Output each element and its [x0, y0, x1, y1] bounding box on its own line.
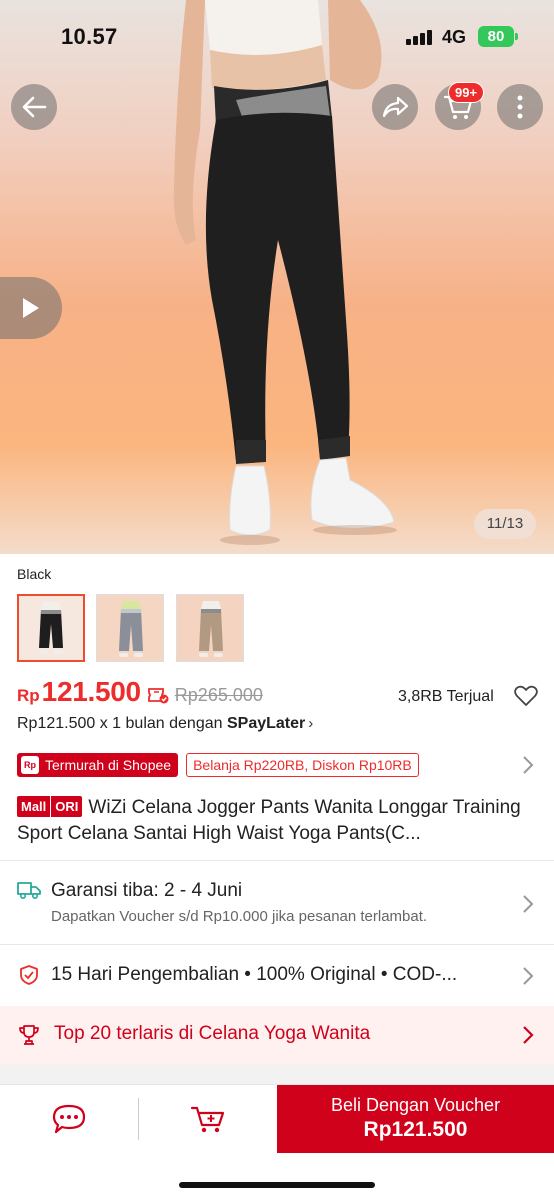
battery-icon: 80 — [478, 26, 518, 47]
selected-variant-label: Black — [17, 566, 52, 582]
back-button[interactable] — [11, 84, 57, 130]
discount-voucher-badge: Belanja Rp220RB, Diskon Rp10RB — [186, 753, 419, 777]
status-bar: 10.57 4G 80 — [0, 0, 554, 70]
service-guarantee-row[interactable]: 15 Hari Pengembalian • 100% Original • C… — [0, 946, 554, 1004]
share-icon — [382, 96, 409, 118]
cart-count-badge: 99+ — [448, 82, 485, 103]
truck-icon — [17, 882, 41, 900]
installment-info[interactable]: Rp121.500 x 1 bulan dengan SPayLater › — [17, 715, 313, 733]
chevron-right-icon — [523, 895, 534, 913]
variant-image — [97, 595, 163, 661]
chat-button[interactable] — [0, 1085, 138, 1153]
ranking-text: Top 20 terlaris di Celana Yoga Wanita — [54, 1023, 371, 1044]
late-delivery-voucher: Dapatkan Voucher s/d Rp10.000 jika pesan… — [51, 908, 428, 925]
buy-button-label: Beli Dengan Voucher — [330, 1095, 501, 1115]
chevron-right-icon — [523, 756, 534, 774]
divider — [0, 944, 554, 945]
service-guarantee-text: 15 Hari Pengembalian • 100% Original • C… — [51, 964, 458, 985]
network-type: 4G — [442, 27, 467, 47]
product-title: Mall ORI WiZi Celana Jogger Pants Wanita … — [17, 795, 537, 847]
variant-thumb-khaki[interactable] — [176, 594, 244, 662]
spaylater-label: SPayLater — [226, 715, 306, 732]
shipping-guarantee-row[interactable]: Garansi tiba: 2 - 4 Juni Dapatkan Vouche… — [0, 862, 554, 944]
more-icon — [517, 95, 523, 119]
image-page-indicator: 11/13 — [474, 509, 536, 539]
buy-with-voucher-button[interactable]: Beli Dengan Voucher Rp121.500 — [277, 1085, 554, 1153]
voucher-icon — [147, 688, 169, 704]
heart-icon[interactable] — [514, 685, 538, 707]
trophy-icon — [19, 1025, 39, 1045]
play-icon — [23, 298, 39, 318]
section-gap — [0, 1064, 554, 1084]
status-time: 10.57 — [61, 24, 118, 49]
promo-row[interactable]: Rp Termurah di Shopee Belanja Rp220RB, D… — [17, 753, 419, 777]
price-tag-icon: Rp — [21, 756, 39, 774]
divider — [0, 860, 554, 861]
cheapest-badge: Rp Termurah di Shopee — [17, 753, 179, 777]
installment-text: Rp121.500 x 1 bulan dengan — [17, 715, 223, 732]
variant-image — [177, 595, 243, 661]
variant-image — [19, 596, 83, 660]
more-options-button[interactable] — [497, 84, 543, 130]
add-cart-icon — [190, 1106, 225, 1133]
variant-thumb-black[interactable] — [17, 594, 85, 662]
ranking-row[interactable]: Top 20 terlaris di Celana Yoga Wanita — [0, 1006, 554, 1064]
product-title-text: WiZi Celana Jogger Pants Wanita Longgar … — [17, 797, 521, 844]
product-image-gallery[interactable]: 10.57 4G 80 99+ 11/13 — [0, 0, 554, 554]
chevron-right-icon — [523, 1026, 534, 1044]
original-price: Rp265.000 — [174, 685, 263, 705]
bottom-action-bar: Beli Dengan Voucher Rp121.500 — [0, 1084, 554, 1153]
variant-thumb-grey[interactable] — [96, 594, 164, 662]
price-currency: Rp — [17, 686, 40, 705]
chat-icon — [52, 1104, 86, 1134]
current-price: 121.500 — [41, 676, 141, 707]
back-arrow-icon — [22, 96, 47, 118]
mall-label: Mall — [21, 799, 47, 814]
sold-count: 3,8RB Terjual — [398, 688, 494, 705]
ori-label: ORI — [50, 796, 82, 817]
shipping-eta: Garansi tiba: 2 - 4 Juni — [51, 880, 243, 901]
mall-ori-badge: Mall ORI — [17, 796, 83, 817]
home-indicator[interactable] — [179, 1182, 375, 1188]
shield-icon — [20, 965, 38, 985]
chevron-right-icon: › — [308, 715, 314, 732]
share-button[interactable] — [372, 84, 418, 130]
buy-button-price: Rp121.500 — [363, 1118, 468, 1141]
signal-icon — [406, 29, 434, 45]
play-video-button[interactable] — [0, 277, 62, 339]
cheapest-badge-label: Termurah di Shopee — [45, 757, 172, 773]
price-row: Rp 121.500 Rp265.000 — [17, 676, 263, 708]
chevron-right-icon — [523, 967, 534, 985]
add-to-cart-button[interactable] — [139, 1085, 277, 1153]
